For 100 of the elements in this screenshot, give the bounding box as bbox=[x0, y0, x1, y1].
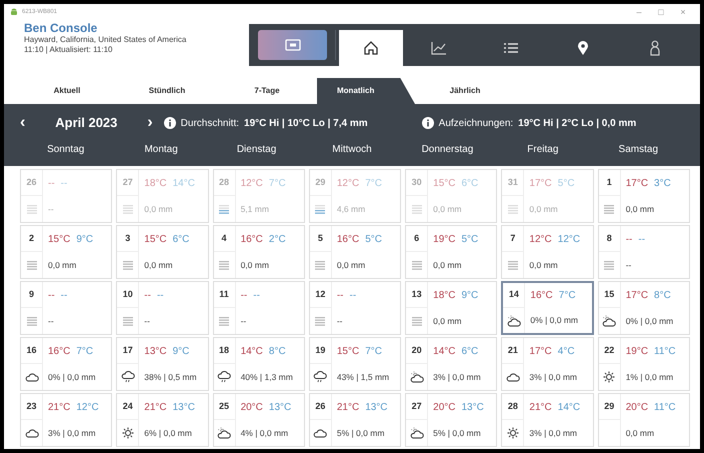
precip-text: 0% | 0,0 mm bbox=[529, 314, 579, 328]
precip-text: 38% | 0,5 mm bbox=[143, 370, 198, 384]
day-cell[interactable]: 19 15°C 7°C 43% | 1,5 mm bbox=[308, 337, 402, 391]
day-cell[interactable]: 5 16°C 5°C 0,0 mm bbox=[308, 225, 402, 279]
day-cell[interactable]: 21 17°C 4°C 3% | 0,0 mm bbox=[501, 337, 594, 391]
low-temp: 8°C bbox=[654, 288, 671, 302]
day-cell[interactable]: 27 20°C 13°C 5% | 0,0 mm bbox=[405, 393, 498, 447]
high-temp: 17°C bbox=[626, 288, 648, 302]
day-cell[interactable]: 28 21°C 14°C 3% | 0,0 mm bbox=[501, 393, 594, 447]
low-temp: -- bbox=[350, 288, 356, 302]
day-number: 12 bbox=[310, 282, 332, 308]
day-cell[interactable]: 26 21°C 13°C 5% | 0,0 mm bbox=[308, 393, 402, 447]
precip-text: 0,0 mm bbox=[432, 202, 462, 216]
next-month-button[interactable]: › bbox=[141, 115, 159, 131]
day-number: 7 bbox=[502, 226, 524, 252]
rain-gauge-icon bbox=[506, 258, 520, 272]
low-temp: 4°C bbox=[558, 344, 575, 358]
day-cell[interactable]: 29 20°C 11°C 0,0 mm bbox=[598, 393, 690, 447]
high-temp: 21°C bbox=[336, 400, 360, 414]
rain-gauge-icon bbox=[120, 202, 135, 216]
day-number: 26 bbox=[21, 170, 43, 196]
rain-gauge-icon bbox=[410, 314, 424, 328]
chart-icon bbox=[430, 39, 448, 57]
day-cell[interactable]: 13 18°C 9°C 0,0 mm bbox=[405, 281, 498, 335]
low-temp: 6°C bbox=[172, 232, 190, 246]
high-temp: 21°C bbox=[529, 400, 552, 414]
day-cell[interactable]: 8 -- -- -- bbox=[598, 225, 690, 279]
tab[interactable]: Stündlich bbox=[117, 78, 217, 104]
day-number: 5 bbox=[310, 226, 332, 252]
high-temp: 12°C bbox=[240, 176, 263, 190]
day-cell[interactable]: 14 16°C 7°C 0% | 0,0 mm bbox=[501, 281, 594, 335]
day-number: 25 bbox=[214, 394, 236, 420]
records-label: Aufzeichnungen: bbox=[438, 116, 514, 130]
precip-text: 0,0 mm bbox=[240, 258, 270, 272]
precip-text: 3% | 0,0 mm bbox=[528, 370, 578, 384]
day-cell[interactable]: 12 -- -- -- bbox=[308, 281, 402, 335]
low-temp: -- bbox=[60, 176, 68, 190]
low-temp: 9°C bbox=[76, 232, 94, 246]
day-number: 18 bbox=[214, 338, 236, 364]
high-temp: 13°C bbox=[144, 344, 167, 358]
day-cell[interactable]: 6 19°C 5°C 0,0 mm bbox=[405, 225, 498, 279]
low-temp: -- bbox=[638, 232, 646, 246]
sun-icon bbox=[506, 426, 520, 440]
day-cell[interactable]: 7 12°C 12°C 0,0 mm bbox=[501, 225, 594, 279]
day-number: 23 bbox=[21, 394, 43, 420]
high-temp: 20°C bbox=[240, 400, 263, 414]
precip-text: 0,0 mm bbox=[336, 258, 366, 272]
rain-gauge-icon bbox=[24, 202, 38, 216]
sun-icon bbox=[602, 370, 616, 384]
day-cell[interactable]: 17 13°C 9°C 38% | 0,5 mm bbox=[116, 337, 209, 391]
precip-text: 43% | 1,5 mm bbox=[336, 370, 390, 384]
tab[interactable]: Aktuell bbox=[17, 78, 117, 104]
tab[interactable]: Jährlich bbox=[415, 78, 515, 104]
day-cell[interactable]: 9 -- -- -- bbox=[20, 281, 112, 335]
low-temp: 6°C bbox=[461, 176, 478, 190]
high-temp: 17°C bbox=[529, 344, 552, 358]
low-temp: 7°C bbox=[76, 344, 94, 358]
day-cell[interactable]: 20 14°C 6°C 3% | 0,0 mm bbox=[405, 337, 498, 391]
day-number: 15 bbox=[598, 282, 621, 308]
precip-text: 0,0 mm bbox=[432, 258, 462, 272]
average-values: 19°C Hi | 10°C Lo | 7,4 mm bbox=[244, 116, 368, 130]
low-temp: 12°C bbox=[558, 232, 580, 246]
weekday-label: Montag bbox=[143, 143, 179, 157]
day-cell[interactable]: 25 20°C 13°C 4% | 0,0 mm bbox=[212, 393, 305, 447]
day-number: 21 bbox=[502, 338, 524, 364]
day-cell[interactable]: 22 19°C 11°C 1% | 0,0 mm bbox=[598, 337, 690, 391]
day-cell[interactable]: 11 -- -- -- bbox=[212, 281, 305, 335]
partly-cloudy-icon bbox=[217, 426, 232, 440]
tab[interactable]: 7-Tage bbox=[217, 78, 317, 104]
day-cell[interactable]: 1 17°C 3°C 0,0 mm bbox=[598, 169, 690, 223]
tab[interactable]: Monatlich bbox=[317, 78, 415, 104]
precip-text: 40% | 1,3 mm bbox=[240, 370, 294, 384]
day-cell[interactable]: 24 21°C 13°C 6% | 0,0 mm bbox=[116, 393, 209, 447]
day-cell[interactable]: 16 16°C 7°C 0% | 0,0 mm bbox=[20, 337, 112, 391]
info-icon[interactable] bbox=[164, 117, 176, 129]
day-cell[interactable]: 15 17°C 8°C 0% | 0,0 mm bbox=[598, 281, 690, 335]
high-temp: -- bbox=[626, 232, 632, 246]
day-cell[interactable]: 23 21°C 12°C 3% | 0,0 mm bbox=[20, 393, 112, 447]
card-button[interactable] bbox=[258, 30, 327, 60]
precip-text: 0,0 mm bbox=[432, 314, 462, 328]
low-temp: 7°C bbox=[365, 344, 382, 358]
day-cell[interactable]: 10 -- -- -- bbox=[116, 281, 209, 335]
low-temp: 11°C bbox=[654, 344, 676, 358]
nav-tab[interactable] bbox=[339, 30, 403, 66]
low-temp: 7°C bbox=[558, 289, 576, 303]
precip-text: -- bbox=[143, 314, 151, 328]
day-cell[interactable]: 2 15°C 9°C 0,0 mm bbox=[20, 225, 112, 279]
info-icon[interactable] bbox=[422, 117, 434, 129]
low-temp: 12°C bbox=[76, 400, 99, 414]
precip-text: 0,0 mm bbox=[143, 258, 174, 272]
day-cell[interactable]: 4 16°C 2°C 0,0 mm bbox=[212, 225, 305, 279]
day-cell[interactable]: 3 15°C 6°C 0,0 mm bbox=[116, 225, 209, 279]
previous-month-button[interactable]: ‹ bbox=[14, 115, 32, 131]
day-number: 9 bbox=[21, 282, 43, 308]
low-temp: 13°C bbox=[461, 400, 484, 414]
weekday-label: Mittwoch bbox=[331, 143, 373, 157]
partly-cloudy-icon bbox=[506, 314, 521, 328]
day-cell[interactable]: 18 14°C 8°C 40% | 1,3 mm bbox=[212, 337, 305, 391]
low-temp: 7°C bbox=[365, 176, 382, 190]
home-icon bbox=[362, 39, 380, 57]
